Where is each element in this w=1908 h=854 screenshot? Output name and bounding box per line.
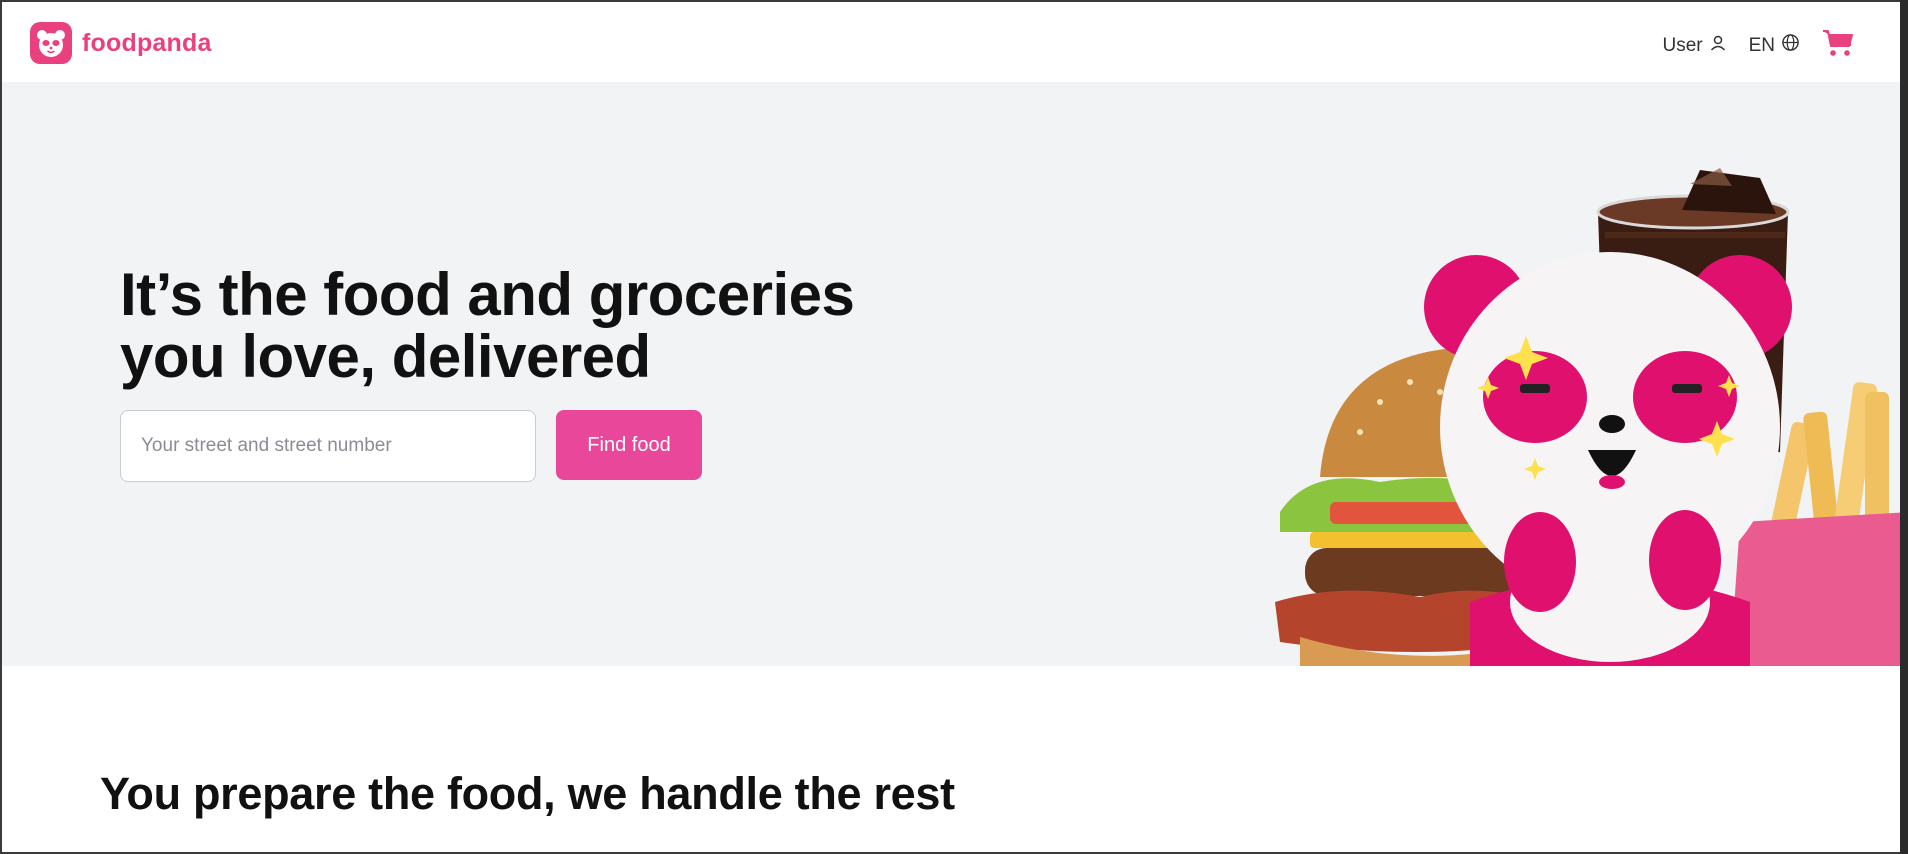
globe-icon bbox=[1781, 33, 1800, 58]
header-actions: User EN bbox=[1662, 28, 1854, 63]
user-label: User bbox=[1662, 34, 1703, 56]
language-selector[interactable]: EN bbox=[1749, 33, 1800, 58]
site-header: foodpanda User EN bbox=[2, 2, 1900, 82]
scrollbar-thumb[interactable] bbox=[1900, 0, 1908, 854]
hero-title: It’s the food and groceries you love, de… bbox=[120, 264, 920, 388]
hero-title-line-1: It’s the food and groceries bbox=[120, 261, 855, 328]
panda-logo-icon bbox=[30, 22, 72, 64]
brand-name: foodpanda bbox=[82, 28, 212, 57]
address-input[interactable] bbox=[120, 410, 536, 482]
brand-link[interactable]: foodpanda bbox=[30, 22, 212, 64]
hero-title-line-2: you love, delivered bbox=[120, 323, 651, 390]
section-title: You prepare the food, we handle the rest bbox=[100, 768, 955, 819]
language-label: EN bbox=[1748, 34, 1775, 56]
page-scrollbar[interactable] bbox=[1900, 0, 1908, 854]
panda-mascot-image bbox=[1424, 252, 1792, 666]
user-menu[interactable]: User bbox=[1662, 34, 1726, 58]
cart-icon bbox=[1822, 28, 1854, 63]
user-icon bbox=[1709, 34, 1727, 58]
hero-section: It’s the food and groceries you love, de… bbox=[2, 82, 1900, 666]
hero-illustration bbox=[1220, 82, 1900, 666]
cart-button[interactable] bbox=[1822, 28, 1854, 63]
address-search-form: Find food bbox=[120, 410, 702, 482]
find-food-button[interactable]: Find food bbox=[556, 410, 702, 480]
